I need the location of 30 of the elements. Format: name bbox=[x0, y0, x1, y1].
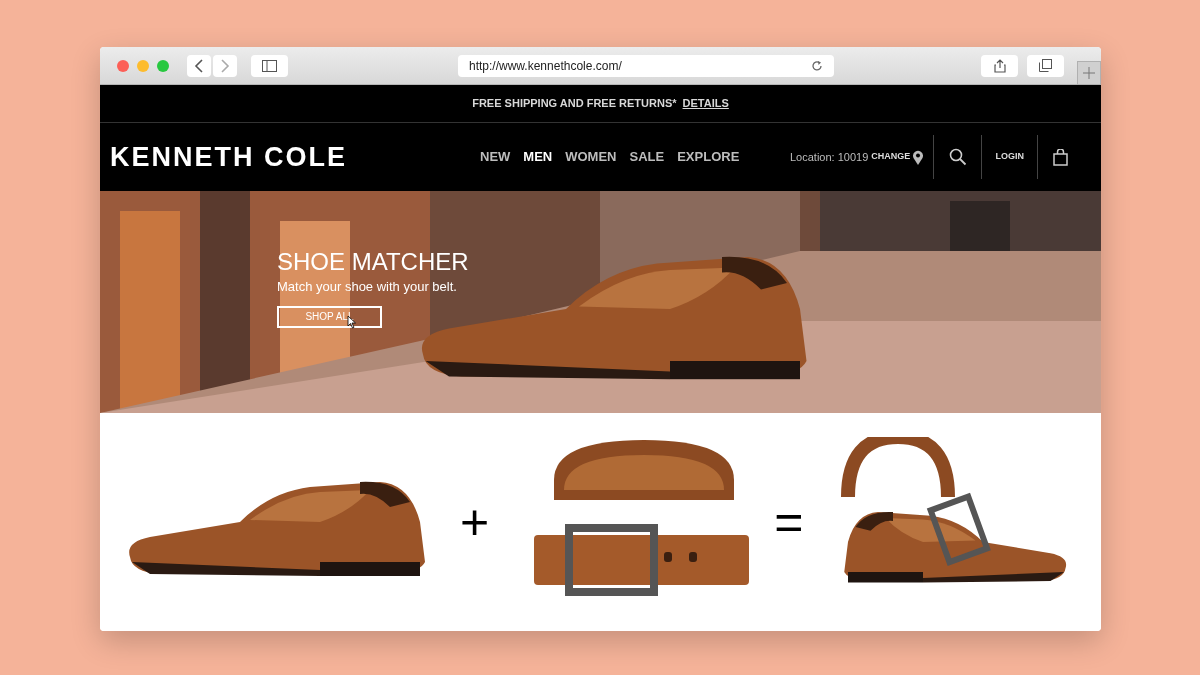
sidebar-button[interactable] bbox=[251, 54, 288, 77]
nav-link[interactable]: WOMEN bbox=[565, 147, 617, 167]
nav-link[interactable]: NEW bbox=[480, 147, 511, 167]
tabs-button[interactable] bbox=[1027, 54, 1064, 77]
shopping-bag-icon bbox=[1053, 148, 1069, 166]
plus-sign: + bbox=[460, 492, 490, 552]
share-button[interactable] bbox=[981, 54, 1018, 77]
site-logo[interactable]: KENNETH COLE bbox=[110, 136, 480, 178]
location-text: Location: 10019 bbox=[790, 149, 869, 165]
location-pin-icon bbox=[912, 149, 925, 165]
back-button[interactable] bbox=[187, 54, 211, 77]
address-field[interactable]: http://www.kennethcole.com/ bbox=[458, 54, 834, 77]
search-icon bbox=[948, 148, 967, 166]
nav-link[interactable]: MEN bbox=[523, 147, 553, 167]
hero-title: SHOE MATCHER bbox=[277, 248, 469, 276]
sidebar-icon bbox=[262, 59, 277, 72]
change-link[interactable]: CHANGE bbox=[871, 150, 911, 164]
details-link[interactable]: DETAILS bbox=[682, 95, 729, 112]
chevron-right-icon bbox=[220, 58, 230, 73]
share-icon bbox=[993, 58, 1006, 73]
promo-text: FREE SHIPPING AND FREE RETURNS* bbox=[472, 96, 677, 112]
equals-sign: = bbox=[774, 492, 804, 552]
hero-subtitle: Match your shoe with your belt. bbox=[277, 278, 457, 296]
chevron-left-icon bbox=[194, 58, 204, 73]
tabs-icon bbox=[1039, 59, 1052, 72]
plus-icon bbox=[1083, 67, 1095, 79]
reload-icon[interactable] bbox=[811, 59, 823, 72]
nav-link[interactable]: SALE bbox=[629, 147, 665, 167]
login-link[interactable]: LOGIN bbox=[982, 150, 1038, 164]
nav-link[interactable]: EXPLORE bbox=[677, 147, 740, 167]
